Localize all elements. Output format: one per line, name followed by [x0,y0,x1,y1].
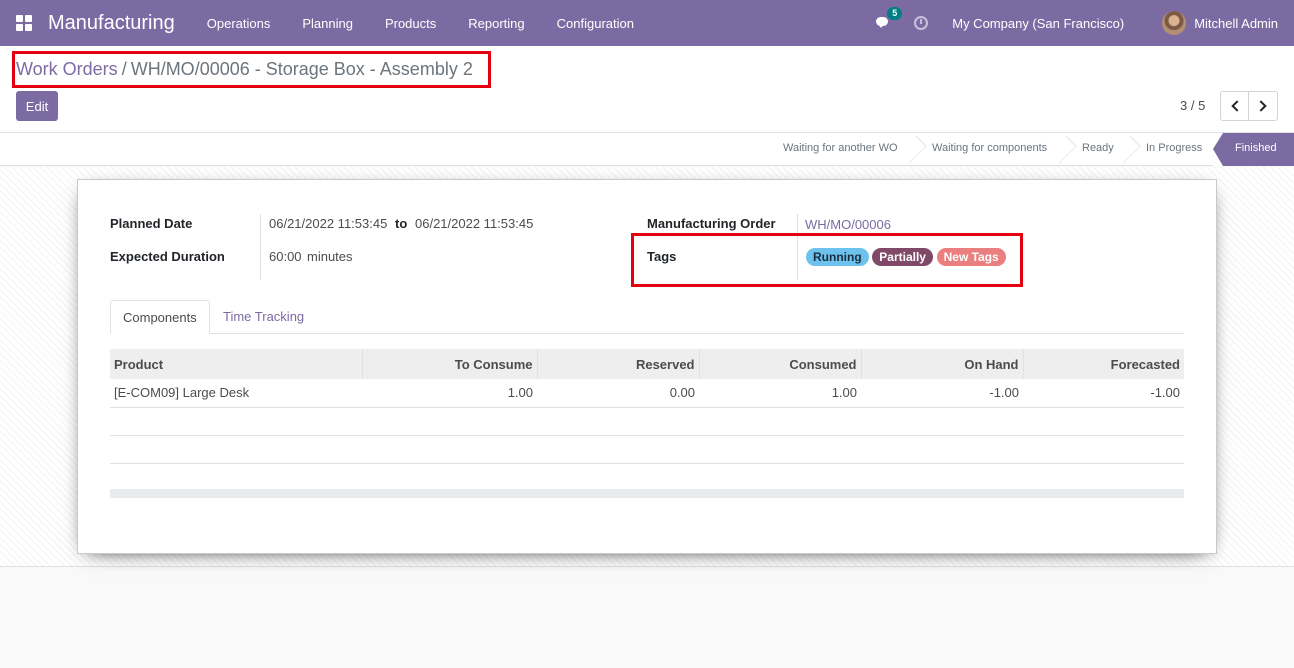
menu-configuration[interactable]: Configuration [541,16,650,31]
table-footer [110,489,1184,498]
tab-time-tracking[interactable]: Time Tracking [211,300,316,334]
column-on-hand[interactable]: On Hand [861,349,1024,379]
chevron-right-icon [1255,100,1267,112]
stage-ready[interactable]: Ready [1082,133,1114,166]
stage-finished[interactable]: Finished [1213,133,1294,166]
activity-clock-icon[interactable] [914,16,929,30]
field-divider [260,214,261,280]
chevron-left-icon [1231,100,1243,112]
cell-to-consume[interactable]: 1.00 [362,379,537,408]
control-panel: Work Orders / WH/MO/00006 - Storage Box - … [0,46,1294,133]
user-menu[interactable]: Mitchell Admin [1194,16,1278,31]
column-forecasted[interactable]: Forecasted [1023,349,1184,379]
cell-on-hand[interactable]: -1.00 [861,379,1023,408]
workorder-statusbar: Waiting for another WO Waiting for compo… [0,133,1294,166]
manufacturing-order-label: Manufacturing Order [647,216,776,231]
expected-duration-unit: minutes [307,249,353,264]
tab-components[interactable]: Components [110,300,210,334]
menu-operations[interactable]: Operations [191,16,287,31]
pager-value[interactable]: 3 / 5 [1180,98,1205,113]
expected-duration-label: Expected Duration [110,249,225,264]
pager-previous-button[interactable] [1220,91,1250,121]
menu-products[interactable]: Products [369,16,452,31]
cell-reserved[interactable]: 0.00 [537,379,699,408]
menu-reporting[interactable]: Reporting [452,16,540,31]
highlight-breadcrumb-box [12,51,491,88]
cell-product[interactable]: [E-COM09] Large Desk [110,379,362,408]
cell-forecasted[interactable]: -1.00 [1023,379,1184,408]
column-consumed[interactable]: Consumed [699,349,862,379]
top-navbar: Manufacturing Operations Planning Produc… [0,0,1294,46]
table-row[interactable]: [E-COM09] Large Desk 1.00 0.00 1.00 -1.0… [110,379,1184,408]
stage-separator [912,133,924,166]
highlight-tags-box [631,233,1023,287]
planned-date-label: Planned Date [110,216,193,231]
manufacturing-order-link[interactable]: WH/MO/00006 [805,217,891,232]
empty-row [110,435,1184,464]
stage-separator [1126,133,1138,166]
menu-planning[interactable]: Planning [286,16,369,31]
components-table: Product To Consume Reserved Consumed On … [110,349,1184,464]
table-header-row: Product To Consume Reserved Consumed On … [110,349,1184,379]
stage-waiting-another-wo[interactable]: Waiting for another WO [783,133,898,166]
app-title[interactable]: Manufacturing [48,12,175,35]
column-product[interactable]: Product [110,349,363,379]
user-avatar[interactable] [1162,11,1187,35]
pager-next-button[interactable] [1248,91,1278,121]
stage-separator [1062,133,1074,166]
cell-consumed[interactable]: 1.00 [699,379,861,408]
stage-waiting-components[interactable]: Waiting for components [932,133,1047,166]
column-to-consume[interactable]: To Consume [362,349,538,379]
planned-date-end[interactable]: 06/21/2022 11:53:45 [415,216,533,231]
company-switcher[interactable]: My Company (San Francisco) [952,16,1124,31]
messaging-icon[interactable]: 5 [876,7,903,30]
message-count-badge: 5 [887,7,903,20]
planned-date-start[interactable]: 06/21/2022 11:53:45 [269,216,387,231]
empty-row [110,407,1184,436]
apps-menu-icon[interactable] [16,15,32,31]
notebook-tabs: Components Time Tracking [110,300,1184,334]
stage-in-progress[interactable]: In Progress [1146,133,1202,166]
edit-button[interactable]: Edit [16,91,58,121]
column-reserved[interactable]: Reserved [537,349,700,379]
expected-duration-value[interactable]: 60:00 [269,249,302,264]
planned-date-to-label: to [395,216,408,231]
